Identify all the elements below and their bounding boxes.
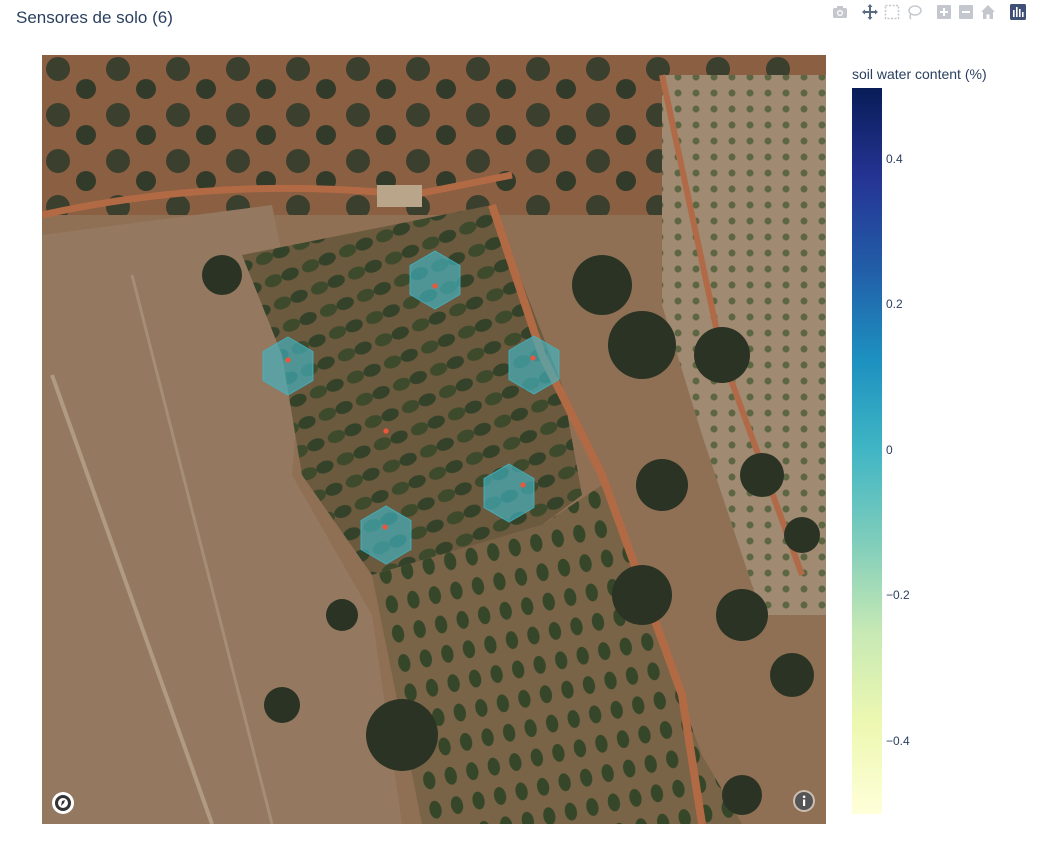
modebar (829, 2, 1029, 22)
sensor-hexagon[interactable] (409, 250, 461, 310)
sensor-point[interactable] (383, 428, 389, 434)
info-icon[interactable] (793, 790, 815, 812)
lasso-select-icon[interactable] (903, 2, 925, 22)
satellite-map[interactable] (42, 55, 826, 824)
camera-icon[interactable] (829, 2, 851, 22)
zoom-out-icon[interactable] (955, 2, 977, 22)
colorbar-title: soil water content (%) (852, 66, 987, 82)
colorbar-tick: 0.4 (886, 152, 903, 166)
zoom-in-icon[interactable] (933, 2, 955, 22)
box-select-icon[interactable] (881, 2, 903, 22)
colorbar-tick: −0.2 (886, 588, 910, 602)
plotly-logo-icon[interactable] (1007, 2, 1029, 22)
mapbox-logo-icon[interactable] (52, 792, 74, 814)
colorbar-tick: 0.2 (886, 297, 903, 311)
pan-icon[interactable] (859, 2, 881, 22)
colorbar (852, 88, 882, 814)
sensor-hexagon[interactable] (262, 336, 314, 396)
sensor-hexagon[interactable] (483, 463, 535, 523)
sensor-hexagon[interactable] (508, 335, 560, 395)
sensor-layer (262, 250, 560, 565)
reset-view-icon[interactable] (977, 2, 999, 22)
colorbar-tick: −0.4 (886, 734, 910, 748)
plot-title: Sensores de solo (6) (16, 8, 173, 27)
colorbar-tick: 0 (886, 443, 893, 457)
sensor-hexagon[interactable] (360, 505, 412, 565)
